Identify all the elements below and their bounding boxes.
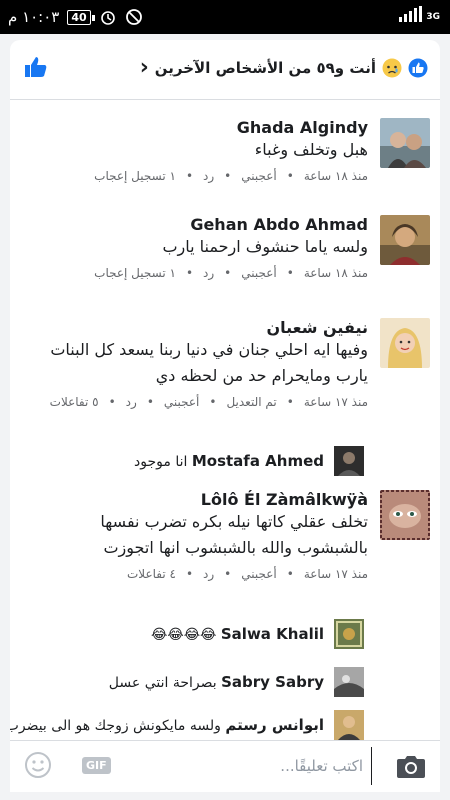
comment-text-line-2: يارب ومايحرام حد من لحظه دي xyxy=(155,366,368,385)
reply-text: ولسه مايكونش زوجك هو الى بيضرب... xyxy=(10,718,221,734)
comment-time: منذ ١٧ ساعة xyxy=(303,567,368,581)
like-button[interactable]: أعجبني xyxy=(164,395,199,409)
like-button[interactable]: أعجبني xyxy=(241,169,276,183)
comment-input[interactable]: اكتب تعليقًا... xyxy=(242,747,372,785)
camera-icon[interactable] xyxy=(396,753,426,779)
reactions-summary-button[interactable]: › أنت و٥٩ من الأشخاص الآخرين xyxy=(139,55,428,80)
reply-item: Mostafa Ahmed انا موجود xyxy=(10,442,440,478)
reply-button[interactable]: رد xyxy=(203,169,214,183)
comment-text-line-2: بالشبشوب والله بالشبشوب انها اتجوزت xyxy=(103,538,368,557)
chevron-right-icon: › xyxy=(139,55,149,80)
reply-item: ابوانس رستم ولسه مايكونش زوجك هو الى بيض… xyxy=(10,706,440,740)
comment-text-line-1: تخلف عقلي كاتها نيله بكره تضرب نفسها xyxy=(100,512,368,531)
avatar[interactable] xyxy=(380,490,430,540)
comment-time: منذ ١٧ ساعة xyxy=(303,395,368,409)
reply-item: Salwa Khalil 😂😂😂😂 xyxy=(10,615,440,651)
reply-button[interactable]: رد xyxy=(203,266,214,280)
reply-button[interactable]: رد xyxy=(126,395,137,409)
comment-author[interactable]: Gehan Abdo Ahmad xyxy=(24,215,368,234)
comment-meta: منذ ١٨ ساعة • أعجبني • رد • ١ تسجيل إعجاب xyxy=(94,169,368,183)
reactions-count[interactable]: ٥ تفاعلات xyxy=(50,395,99,409)
comment-meta: منذ ١٧ ساعة • تم التعديل • أعجبني • رد • ٥ ت… xyxy=(49,395,368,409)
reactions-header: › أنت و٥٩ من الأشخاص الآخرين xyxy=(10,40,440,100)
signal-icon xyxy=(399,6,423,22)
smiley-icon[interactable] xyxy=(24,751,52,779)
avatar[interactable] xyxy=(380,118,430,168)
comment-author[interactable]: Lôlô Él Zàmâlkwÿà xyxy=(24,490,368,509)
avatar[interactable] xyxy=(380,318,430,368)
alarm-icon xyxy=(100,11,115,25)
edited-label[interactable]: تم التعديل xyxy=(226,395,276,409)
comment-meta: منذ ١٧ ساعة • أعجبني • رد • ٤ تفاعلات xyxy=(127,567,368,581)
reply-author[interactable]: Sabry Sabry xyxy=(221,673,324,691)
comment-time: منذ ١٨ ساعة xyxy=(303,169,368,183)
reply-content: Salwa Khalil 😂😂😂😂 xyxy=(151,625,324,643)
status-time: ١٠:٠٣ م xyxy=(8,8,60,26)
comment-text: هبل وتخلف وغباء xyxy=(254,140,368,159)
comment-author[interactable]: نيفين شعبان xyxy=(24,318,368,337)
comment-composer: اكتب تعليقًا... GIF xyxy=(10,740,440,792)
avatar[interactable] xyxy=(334,667,364,697)
comment-time: منذ ١٨ ساعة xyxy=(303,266,368,280)
reply-content: Mostafa Ahmed انا موجود xyxy=(134,452,324,470)
like-button[interactable]: أعجبني xyxy=(241,266,276,280)
avatar[interactable] xyxy=(334,446,364,476)
comment: نيفين شعبان وفيها ايه احلي جنان في دنيا … xyxy=(10,318,440,428)
reactions-summary-text: أنت و٥٩ من الأشخاص الآخرين xyxy=(154,59,376,77)
reactions-count[interactable]: ٤ تفاعلات xyxy=(127,567,176,581)
comments-list: Ghada Algindy هبل وتخلف وغباء منذ ١٨ ساع… xyxy=(10,100,440,740)
like-thumb-icon[interactable] xyxy=(24,55,48,79)
network-type: 3G xyxy=(426,12,440,22)
reply-text: بصراحة انتي عسل xyxy=(108,675,217,691)
reply-content: Sabry Sabry بصراحة انتي عسل xyxy=(109,673,324,691)
avatar[interactable] xyxy=(334,619,364,649)
reply-author[interactable]: Salwa Khalil xyxy=(221,625,324,643)
comment-text: ولسه ياما حنشوف ارحمنا يارب xyxy=(162,237,368,256)
status-bar: ١٠:٠٣ م 40 3G xyxy=(0,0,450,34)
comment-meta: منذ ١٨ ساعة • أعجبني • رد • ١ تسجيل إعجاب xyxy=(94,266,368,280)
reply-text: 😂😂😂😂 xyxy=(150,627,217,643)
like-reaction-icon xyxy=(408,58,428,78)
avatar[interactable] xyxy=(334,710,364,740)
sad-reaction-icon xyxy=(382,58,402,78)
reply-author[interactable]: ابوانس رستم xyxy=(225,716,324,734)
likes-count[interactable]: ١ تسجيل إعجاب xyxy=(94,169,176,183)
comment: Lôlô Él Zàmâlkwÿà تخلف عقلي كاتها نيله ب… xyxy=(10,490,440,600)
avatar[interactable] xyxy=(380,215,430,265)
comment-text-line-1: وفيها ايه احلي جنان في دنيا ربنا يسعد كل… xyxy=(50,340,368,359)
gif-icon[interactable]: GIF xyxy=(82,757,111,774)
reply-content: ابوانس رستم ولسه مايكونش زوجك هو الى بيض… xyxy=(10,716,324,734)
comment: Gehan Abdo Ahmad ولسه ياما حنشوف ارحمنا … xyxy=(10,215,440,305)
reply-item: Sabry Sabry بصراحة انتي عسل xyxy=(10,663,440,699)
reply-text: انا موجود xyxy=(134,454,188,470)
battery-indicator: 40 xyxy=(67,9,96,25)
reply-author[interactable]: Mostafa Ahmed xyxy=(192,452,324,470)
comment-author[interactable]: Ghada Algindy xyxy=(24,118,368,137)
reply-button[interactable]: رد xyxy=(203,567,214,581)
like-button[interactable]: أعجبني xyxy=(241,567,276,581)
comment: Ghada Algindy هبل وتخلف وغباء منذ ١٨ ساع… xyxy=(10,118,440,208)
likes-count[interactable]: ١ تسجيل إعجاب xyxy=(94,266,176,280)
do-not-disturb-icon xyxy=(125,9,142,25)
